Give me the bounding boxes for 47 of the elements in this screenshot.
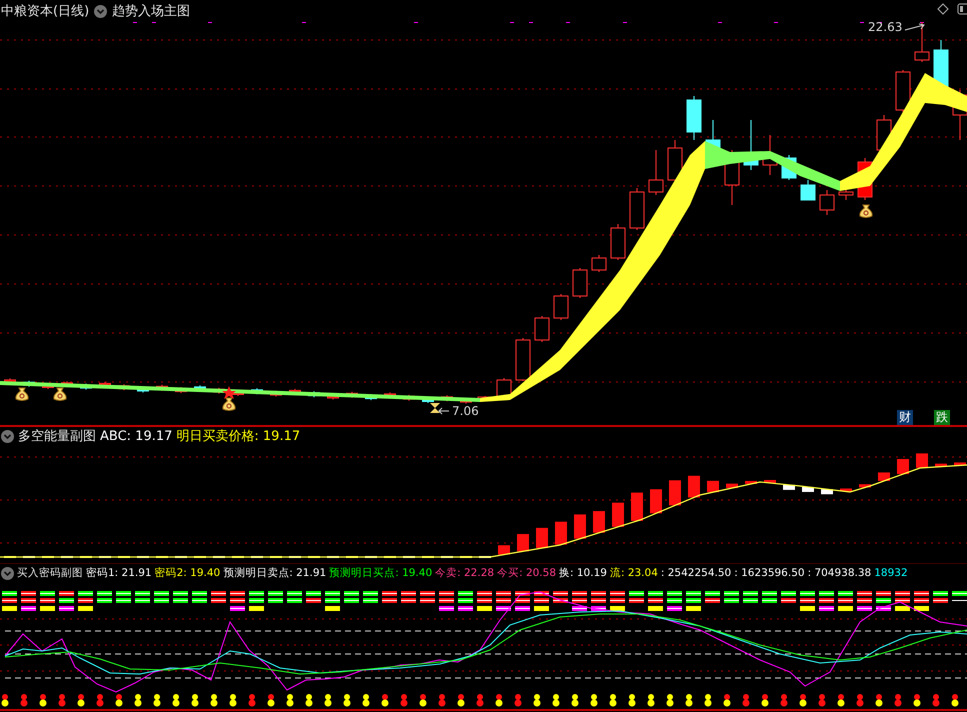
money-bag-icon [859,204,873,218]
indicator-value: 密码2: 19.40 [154,566,220,580]
candlestick [668,140,682,182]
indicator-value: : 1623596.50 [734,567,805,579]
indicator-value: 换: 10.19 [559,566,607,580]
star-icon [222,386,236,399]
diamond-icon[interactable] [937,3,949,15]
indicator-value: : 2542254.50 [660,567,732,579]
candlestick [914,22,930,62]
indicator-value: 18932 [874,567,908,579]
arrow-icon [438,406,450,416]
marker-badge: 财 [897,410,913,425]
indicator-value: 今买: 20.58 [497,566,556,580]
candlestick [534,316,550,342]
candlestick [820,190,834,216]
candlestick [800,180,816,200]
marker-badge: 跌 [934,410,950,425]
chevron-down-icon[interactable] [1,430,14,442]
money-bag-icon [53,388,67,401]
indicator-value: ABC: 19.17 [100,428,172,444]
candlestick [592,254,606,272]
candlestick [572,268,588,298]
arrow-icon [904,22,926,32]
indicator-name[interactable]: 趋势入场主图 [112,2,190,20]
indicator-name[interactable]: 多空能量副图 [18,427,96,445]
money-bag-icon [15,388,29,401]
chevron-down-icon[interactable] [1,566,14,580]
indicator-value: 预测明日卖点: 21.91 [223,566,326,580]
stock-title: 中粮资本(日线) [1,3,90,20]
indicator-value: 明日买卖价格: 19.17 [176,428,300,445]
indicator-value: 今卖: 22.28 [435,566,494,580]
candlestick [686,96,702,140]
candlestick [554,294,568,320]
price-label: 7.06 [452,404,479,418]
candlestick [630,188,644,230]
candlestick [610,224,626,260]
panel-icon[interactable] [957,3,967,15]
chevron-down-icon[interactable] [94,4,108,18]
candlestick [648,150,664,196]
price-label: 22.63 [868,20,902,34]
indicator-value: 流: 23.04 [610,566,658,580]
candlestick [516,338,530,382]
money-bag-icon [222,398,236,411]
indicator-value: : 704938.38 [808,567,872,579]
indicator-value: 预测明日买点: 19.40 [329,566,432,580]
indicator-value: 密码1: 21.91 [86,566,152,580]
indicator-name[interactable]: 买入密码副图 [17,566,83,580]
